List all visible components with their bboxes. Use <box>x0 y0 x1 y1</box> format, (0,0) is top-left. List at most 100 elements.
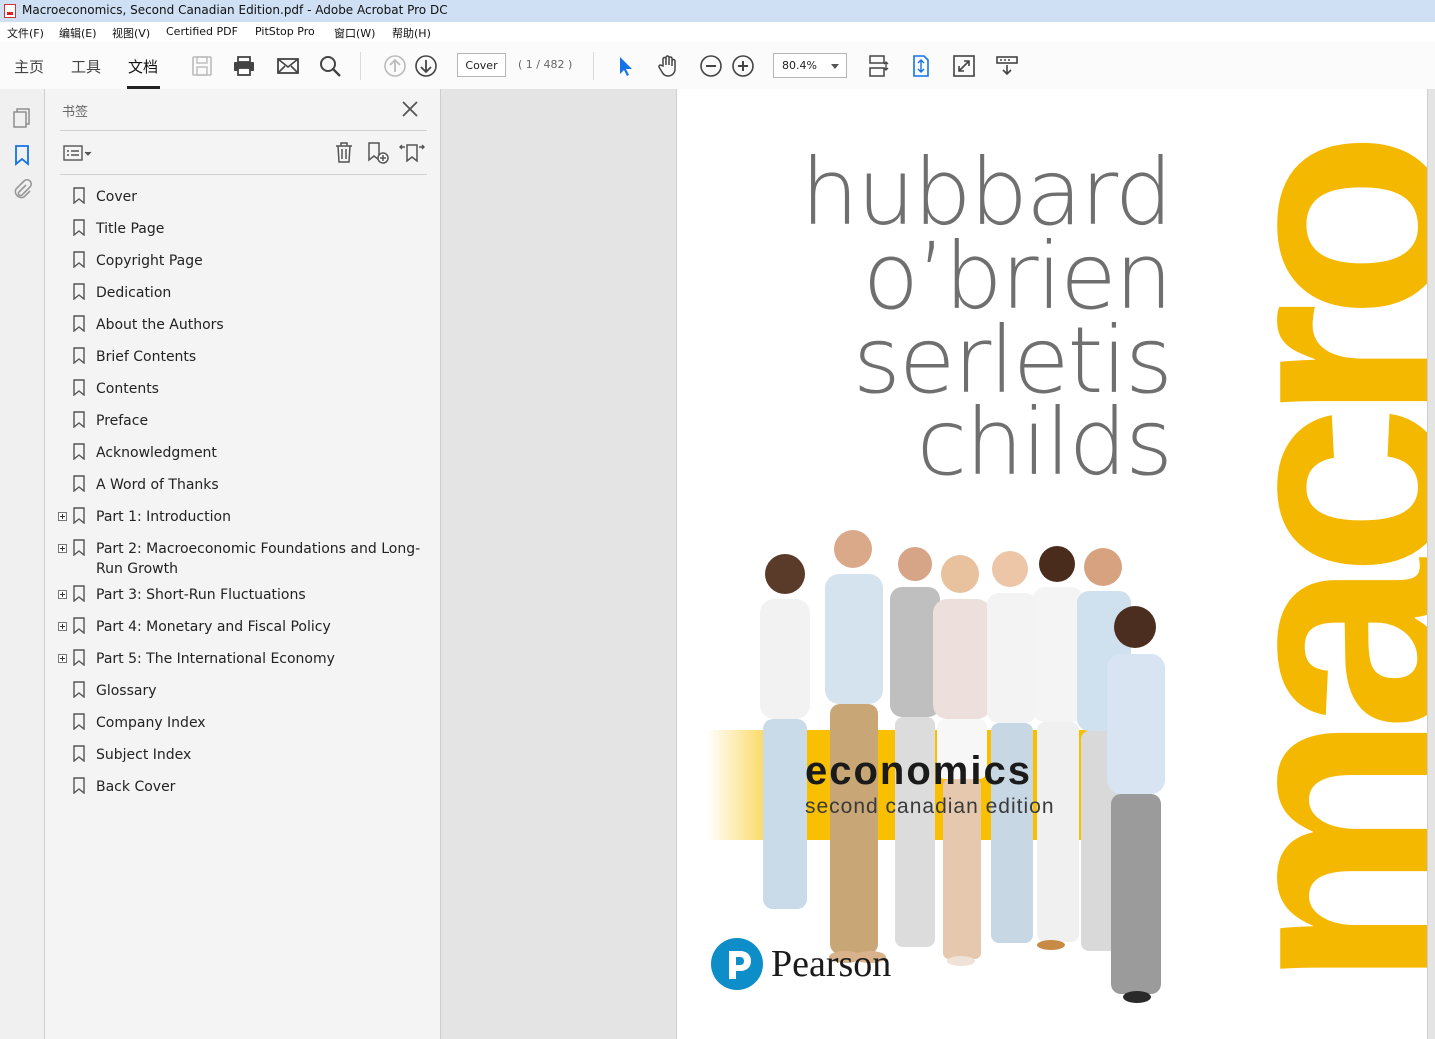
previous-page-icon[interactable] <box>383 54 407 78</box>
bookmark-item[interactable]: Acknowledgment <box>45 440 440 472</box>
bookmark-label: Back Cover <box>96 779 176 795</box>
print-icon[interactable] <box>232 54 256 78</box>
menu-certified-pdf[interactable]: Certified PDF <box>166 25 238 38</box>
tab-tools[interactable]: 工具 <box>71 56 101 77</box>
menu-file[interactable]: 文件(F) <box>7 25 44 41</box>
page-number-input[interactable]: Cover <box>457 53 506 77</box>
divider <box>60 174 427 175</box>
search-icon[interactable] <box>318 54 342 78</box>
expand-plus-icon[interactable] <box>58 544 67 553</box>
toolbar: 主页 工具 文档 Cover ( 1 / 482 ) 80.4% <box>0 42 1435 90</box>
pdf-page-cover: macro hubbard o’brien serletis childs ec… <box>676 89 1428 1039</box>
bookmark-icon <box>73 507 85 524</box>
bookmark-label: Acknowledgment <box>96 445 217 461</box>
bookmark-item[interactable]: Part 2: Macroeconomic Foundations and Lo… <box>45 536 440 582</box>
bookmark-icon <box>73 187 85 204</box>
bookmark-item[interactable]: Subject Index <box>45 742 440 774</box>
read-mode-icon[interactable] <box>995 54 1019 78</box>
page-count: ( 1 / 482 ) <box>518 58 573 71</box>
menu-view[interactable]: 视图(V) <box>112 25 150 41</box>
new-bookmark-icon[interactable] <box>366 141 390 165</box>
zoom-level-select[interactable]: 80.4% <box>773 53 847 78</box>
bookmark-label: Glossary <box>96 683 157 699</box>
expand-plus-icon[interactable] <box>58 654 67 663</box>
close-icon[interactable] <box>401 100 419 118</box>
save-icon[interactable] <box>190 54 214 78</box>
bookmark-item[interactable]: Part 5: The International Economy <box>45 646 440 678</box>
menu-bar: 文件(F) 编辑(E) 视图(V) Certified PDF PitStop … <box>0 22 1435 43</box>
bookmark-label: Contents <box>96 381 159 397</box>
next-page-icon[interactable] <box>414 54 438 78</box>
bookmark-icon <box>73 315 85 332</box>
bookmark-icon <box>73 475 85 492</box>
bookmark-item[interactable]: Copyright Page <box>45 248 440 280</box>
tab-document[interactable]: 文档 <box>128 56 158 77</box>
bookmark-item[interactable]: Cover <box>45 184 440 216</box>
bookmark-item[interactable]: Company Index <box>45 710 440 742</box>
attachment-icon[interactable] <box>11 178 33 201</box>
scrolling-mode-icon[interactable] <box>866 54 890 78</box>
bookmark-icon <box>73 681 85 698</box>
panel-title: 书签 <box>62 105 89 120</box>
bookmark-icon <box>73 777 85 794</box>
bookmark-item[interactable]: Part 3: Short-Run Fluctuations <box>45 582 440 614</box>
bookmark-label: Part 2: Macroeconomic Foundations and Lo… <box>96 541 421 577</box>
expand-plus-icon[interactable] <box>58 512 67 521</box>
delete-bookmark-icon[interactable] <box>333 141 355 163</box>
email-icon[interactable] <box>276 54 300 78</box>
toolbar-divider <box>593 52 594 80</box>
cover-author: childs <box>916 389 1173 496</box>
bookmark-item[interactable]: Back Cover <box>45 774 440 806</box>
bookmark-label: Title Page <box>96 221 165 237</box>
menu-help[interactable]: 帮助(H) <box>392 25 431 41</box>
tab-home[interactable]: 主页 <box>14 56 44 77</box>
menu-edit[interactable]: 编辑(E) <box>59 25 97 41</box>
bookmark-item[interactable]: About the Authors <box>45 312 440 344</box>
divider <box>60 130 427 131</box>
menu-pitstop-pro[interactable]: PitStop Pro <box>255 25 315 38</box>
expand-plus-icon[interactable] <box>58 590 67 599</box>
bookmark-icon <box>73 411 85 428</box>
menu-window[interactable]: 窗口(W) <box>334 25 375 41</box>
zoom-out-icon[interactable] <box>699 54 723 78</box>
bookmark-icon <box>73 585 85 602</box>
full-screen-icon[interactable] <box>952 54 976 78</box>
bookmark-icon <box>73 617 85 634</box>
bookmark-item[interactable]: Glossary <box>45 678 440 710</box>
select-cursor-icon[interactable] <box>614 54 638 78</box>
options-menu-icon[interactable] <box>63 143 93 163</box>
page-thumbnails-icon[interactable] <box>11 107 33 129</box>
window-title: Macroeconomics, Second Canadian Edition.… <box>22 3 448 17</box>
title-bar: Macroeconomics, Second Canadian Edition.… <box>0 0 1435 23</box>
bookmark-item[interactable]: Part 1: Introduction <box>45 504 440 536</box>
bookmark-label: Subject Index <box>96 747 192 763</box>
bookmark-item[interactable]: Preface <box>45 408 440 440</box>
pearson-logo-icon <box>710 937 764 991</box>
bookmark-item[interactable]: Part 4: Monetary and Fiscal Policy <box>45 614 440 646</box>
bookmark-item[interactable]: Title Page <box>45 216 440 248</box>
hand-tool-icon[interactable] <box>656 54 680 78</box>
bookmark-panel-icon[interactable] <box>11 144 33 166</box>
expand-plus-icon[interactable] <box>58 622 67 631</box>
zoom-in-icon[interactable] <box>731 54 755 78</box>
bookmark-item[interactable]: Contents <box>45 376 440 408</box>
bookmark-icon <box>73 443 85 460</box>
bookmark-item[interactable]: Dedication <box>45 280 440 312</box>
bookmark-icon <box>73 251 85 268</box>
bookmark-label: Part 1: Introduction <box>96 509 231 525</box>
bookmark-item[interactable]: A Word of Thanks <box>45 472 440 504</box>
navigation-rail <box>0 89 45 1039</box>
bookmark-label: Brief Contents <box>96 349 197 365</box>
expand-bookmark-icon[interactable] <box>399 141 425 165</box>
bookmark-icon <box>73 347 85 364</box>
document-viewport[interactable]: macro hubbard o’brien serletis childs ec… <box>441 89 1435 1039</box>
bookmark-label: Preface <box>96 413 149 429</box>
pdf-file-icon <box>4 4 16 18</box>
bookmark-item[interactable]: Brief Contents <box>45 344 440 376</box>
bookmarks-panel: 书签 Cover Title Page Copyright Page Dedicati… <box>45 89 441 1039</box>
fit-page-icon[interactable] <box>909 54 933 78</box>
cover-subtitle-main: economics <box>805 749 1032 793</box>
bookmark-label: Part 5: The International Economy <box>96 651 335 667</box>
bookmark-label: Part 4: Monetary and Fiscal Policy <box>96 619 331 635</box>
publisher-name: Pearson <box>771 943 892 985</box>
